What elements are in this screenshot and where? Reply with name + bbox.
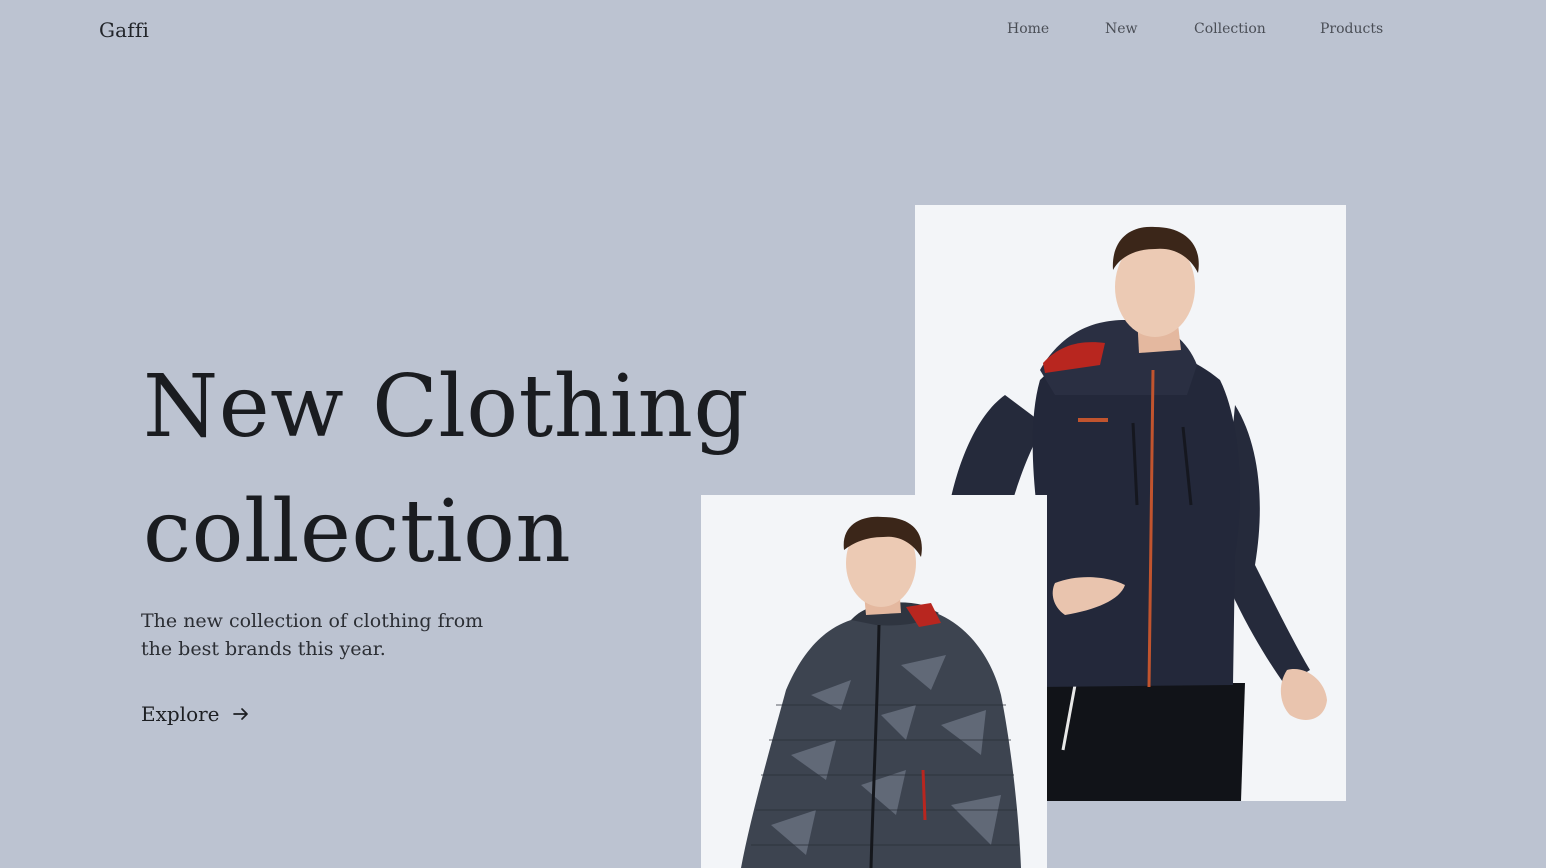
- nav-home[interactable]: Home: [1007, 21, 1049, 37]
- landing-page: Gaffi Home New Collection Products New C…: [0, 0, 1546, 868]
- explore-button[interactable]: Explore: [141, 702, 250, 726]
- hero-title-line-1: New Clothing: [143, 357, 750, 457]
- arrow-right-icon: [232, 708, 248, 720]
- camo-jacket-illustration: [701, 495, 1047, 868]
- hero-title-line-2: collection: [143, 482, 572, 582]
- hero-subtitle: The new collection of clothing from the …: [141, 610, 484, 660]
- explore-label: Explore: [141, 702, 220, 726]
- product-image-camo-jacket[interactable]: [701, 495, 1047, 868]
- nav-collection[interactable]: Collection: [1194, 21, 1266, 37]
- hero-title: New Clothing collection: [143, 345, 749, 595]
- nav-new[interactable]: New: [1105, 21, 1138, 37]
- nav-products[interactable]: Products: [1320, 21, 1383, 37]
- main-nav: Home New Collection Products: [0, 21, 1546, 41]
